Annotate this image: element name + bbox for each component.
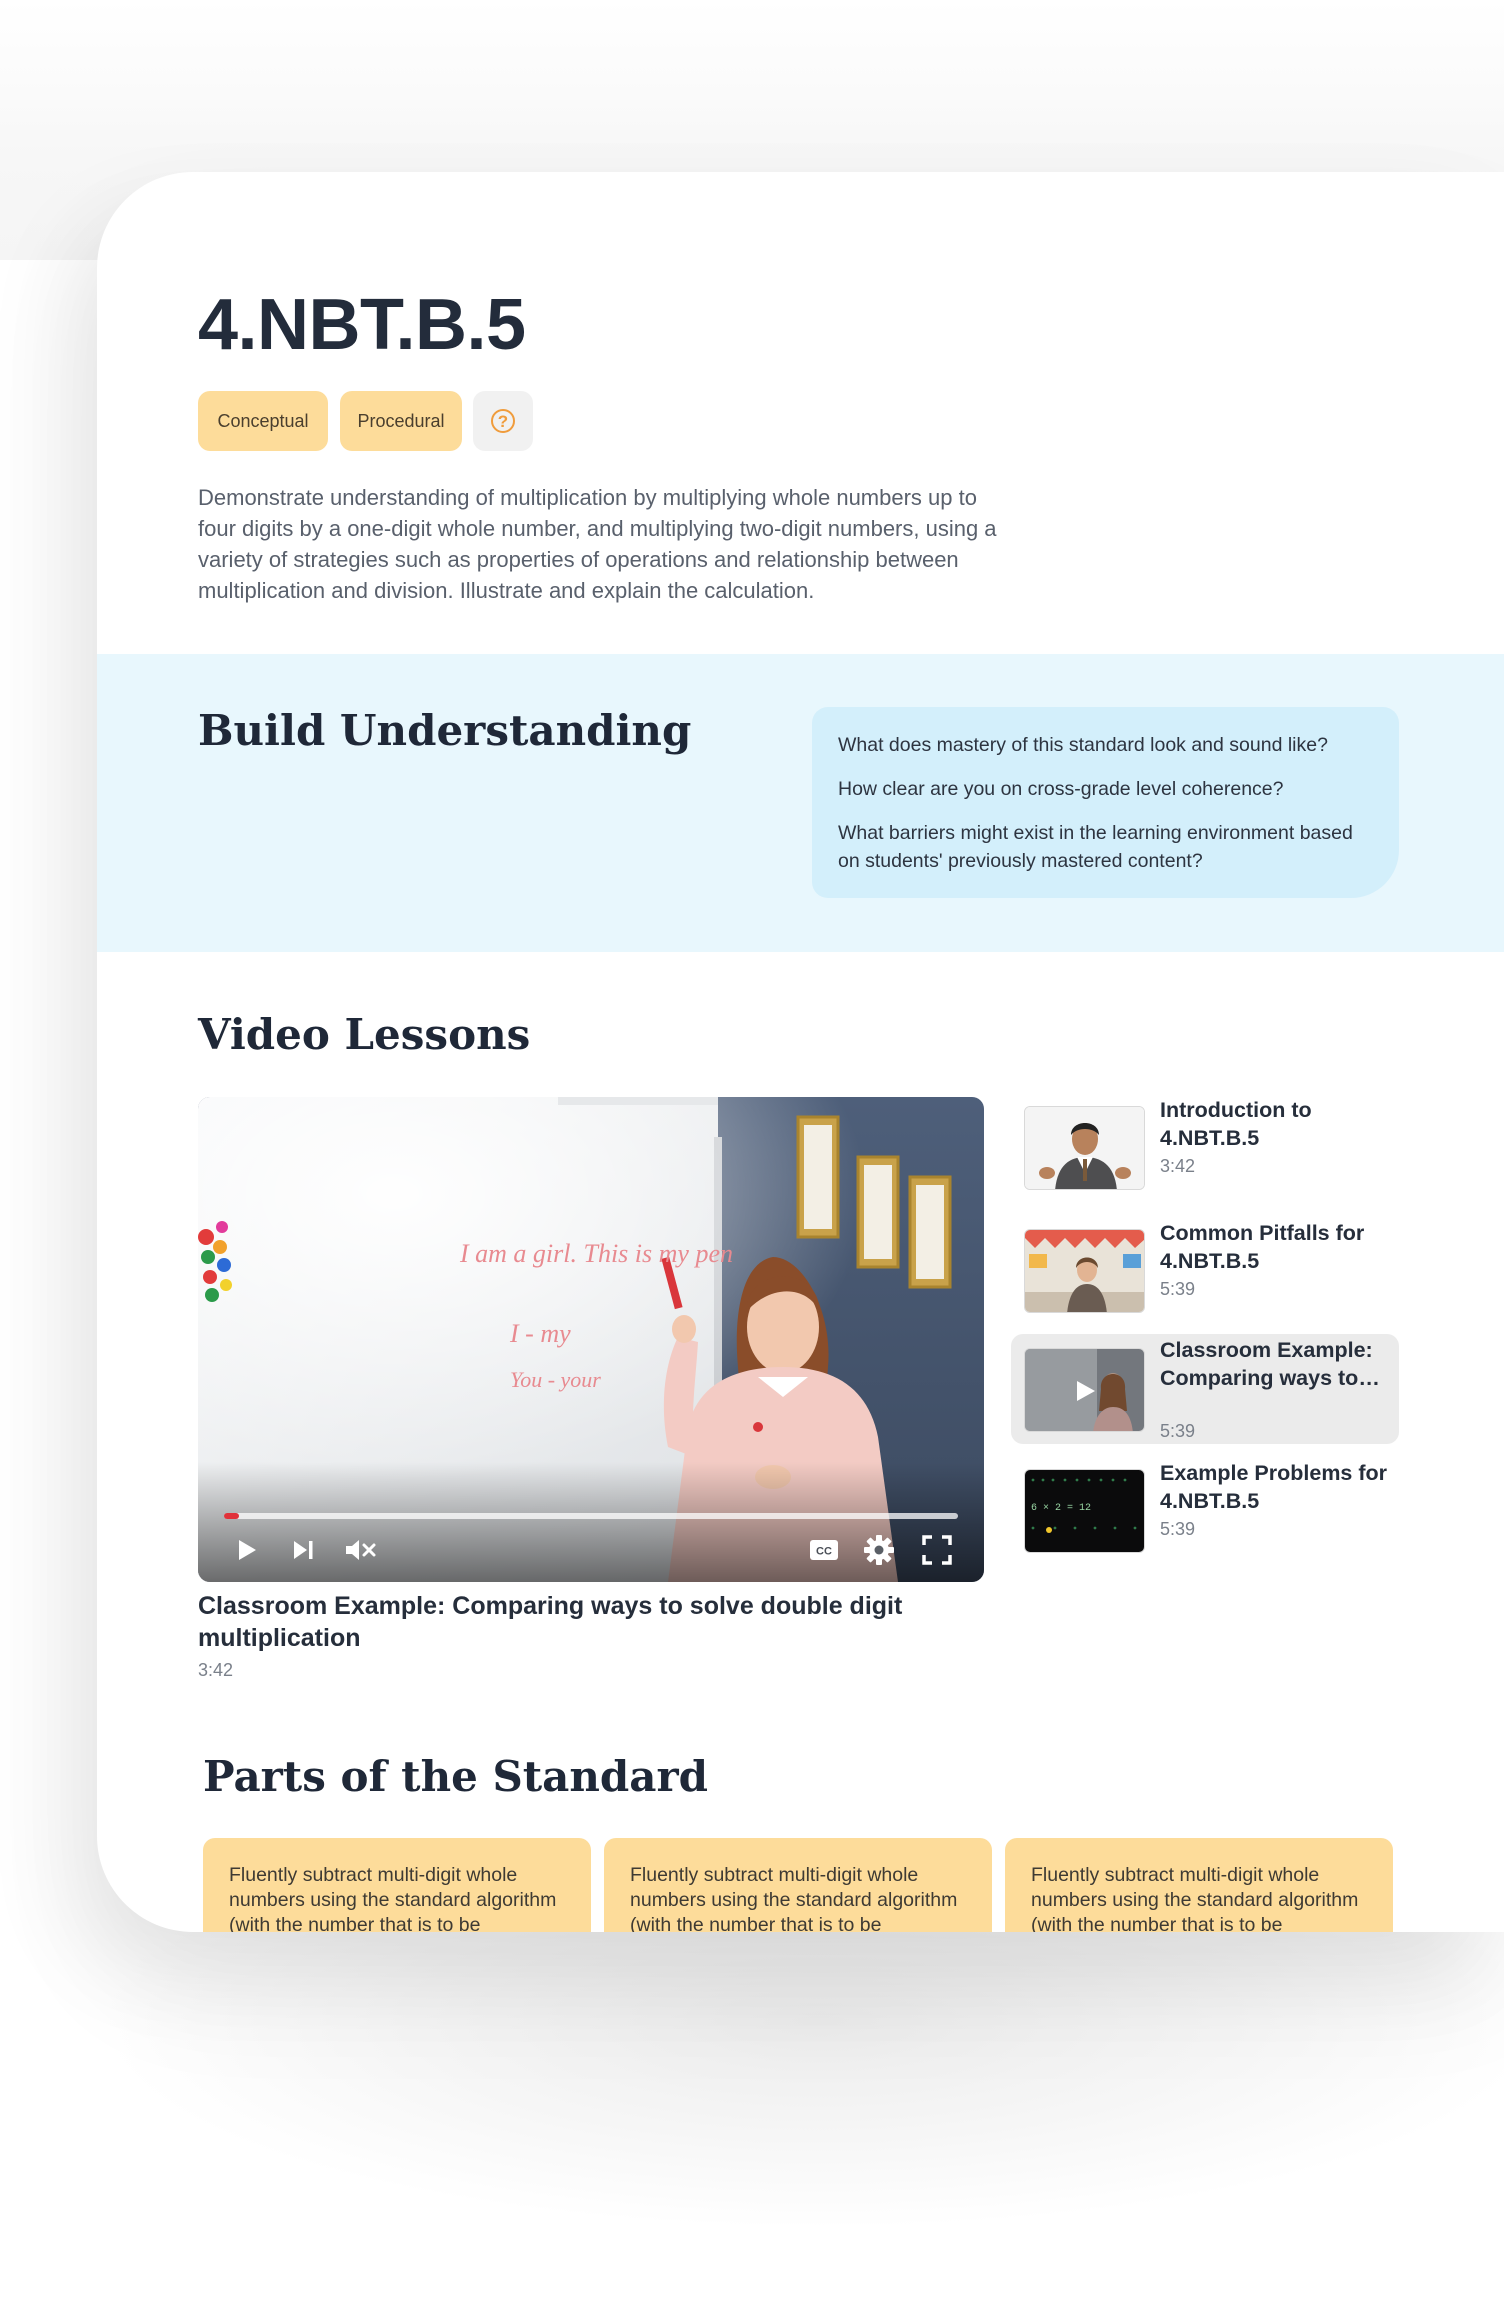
fullscreen-icon	[922, 1535, 952, 1565]
video-thumbnail	[1024, 1106, 1145, 1190]
playlist-item[interactable]: Introduction to 4.NBT.B.5 3:42	[1011, 1094, 1399, 1204]
closed-captions-icon: CC	[810, 1540, 838, 1560]
standard-part-card[interactable]: Fluently subtract multi-digit whole numb…	[604, 1838, 992, 1932]
standard-description: Demonstrate understanding of multiplicat…	[198, 485, 997, 603]
current-video-duration: 3:42	[198, 1660, 234, 1680]
playlist-item-title: Common Pitfalls for 4.NBT.B.5	[1160, 1221, 1365, 1273]
playlist-item-duration: 5:39	[1160, 1421, 1196, 1441]
settings-button[interactable]	[860, 1531, 898, 1569]
standard-part-card[interactable]: Fluently subtract multi-digit whole numb…	[203, 1838, 591, 1932]
playlist-item-duration: 3:42	[1160, 1156, 1196, 1176]
reflection-questions: What does mastery of this standard look …	[812, 707, 1399, 898]
video-thumbnail	[1024, 1229, 1145, 1313]
svg-text:CC: CC	[816, 1546, 832, 1558]
current-video-title: Classroom Example: Comparing ways to sol…	[198, 1592, 903, 1652]
mute-icon	[346, 1540, 376, 1560]
reflection-question: How clear are you on cross-grade level c…	[838, 778, 1284, 800]
tag-conceptual[interactable]: Conceptual	[198, 391, 328, 451]
fullscreen-button[interactable]	[918, 1531, 956, 1569]
progress-fill	[224, 1513, 239, 1519]
playlist-item-duration: 5:39	[1160, 1279, 1196, 1299]
closed-captions-button[interactable]: CC	[804, 1531, 844, 1569]
video-player[interactable]: I am a girl. This is my pen I - my You -…	[198, 1097, 984, 1582]
progress-bar[interactable]	[224, 1513, 958, 1519]
svg-text:You - your: You - your	[510, 1367, 601, 1392]
video-thumbnail: 6 × 2 = 12	[1024, 1469, 1145, 1553]
settings-icon	[864, 1535, 894, 1565]
playlist-item-title: Example Problems for 4.NBT.B.5	[1160, 1461, 1388, 1513]
standard-part-card[interactable]: Fluently subtract multi-digit whole numb…	[1005, 1838, 1393, 1932]
playlist-item-active[interactable]: Classroom Example: Comparing ways to sol…	[1011, 1334, 1399, 1444]
svg-text:I - my: I - my	[509, 1319, 571, 1348]
help-icon: ?	[491, 409, 515, 433]
standard-code: 4.NBT.B.5	[198, 285, 526, 365]
standard-part-text: Fluently subtract multi-digit whole numb…	[229, 1864, 557, 1932]
video-thumbnail	[1024, 1348, 1145, 1432]
help-button[interactable]: ?	[473, 391, 533, 451]
mute-button[interactable]	[342, 1531, 380, 1569]
reflection-question: What barriers might exist in the learnin…	[838, 822, 1353, 872]
svg-text:6 × 2 = 12: 6 × 2 = 12	[1031, 1503, 1091, 1514]
skip-next-icon	[294, 1541, 313, 1559]
reflection-question: What does mastery of this standard look …	[838, 734, 1328, 756]
playlist-item-title: Classroom Example: Comparing ways to sol…	[1160, 1338, 1373, 1390]
tag-procedural[interactable]: Procedural	[340, 391, 462, 451]
play-icon	[239, 1540, 256, 1560]
playlist-item-duration: 5:39	[1160, 1519, 1196, 1539]
parts-of-standard-title: Parts of the Standard	[203, 1752, 709, 1801]
standard-card: 4.NBT.B.5 Conceptual Procedural ? Demons…	[97, 172, 1504, 1932]
skip-next-button[interactable]	[284, 1531, 322, 1569]
build-understanding-title: Build Understanding	[198, 706, 692, 755]
play-button[interactable]	[228, 1531, 266, 1569]
playlist-item[interactable]: Common Pitfalls for 4.NBT.B.5 5:39	[1011, 1217, 1399, 1327]
svg-text:I am a girl. This is my pen: I am a girl. This is my pen	[459, 1239, 733, 1268]
playlist-item-title: Introduction to 4.NBT.B.5	[1160, 1098, 1312, 1150]
standard-part-text: Fluently subtract multi-digit whole numb…	[630, 1864, 958, 1932]
build-understanding-section: Build Understanding What does mastery of…	[97, 654, 1504, 952]
standard-part-text: Fluently subtract multi-digit whole numb…	[1031, 1864, 1359, 1932]
playlist-item[interactable]: 6 × 2 = 12 Example Problems for 4.NBT.B.…	[1011, 1457, 1399, 1567]
video-lessons-title: Video Lessons	[198, 1010, 531, 1059]
